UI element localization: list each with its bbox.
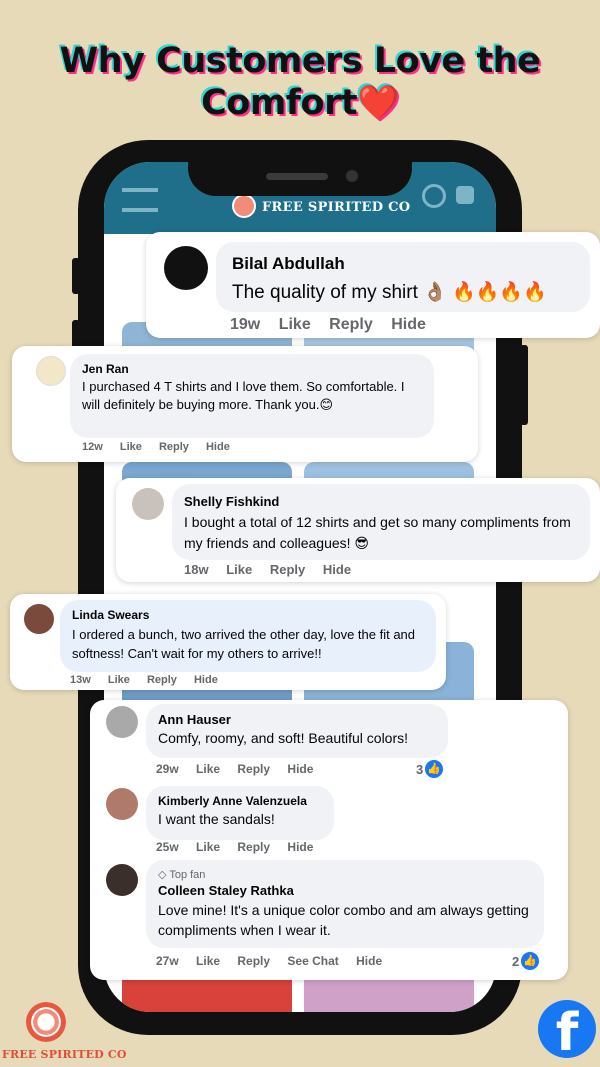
reaction-count[interactable]: 2 👍 xyxy=(512,952,540,970)
comment-actions: 13w Like Reply Hide xyxy=(70,674,232,686)
comment-time[interactable]: 13w xyxy=(70,674,91,686)
comment-text: Love mine! It's a unique color combo and… xyxy=(158,902,529,938)
avatar[interactable] xyxy=(132,488,164,520)
headline-line1: Why Customers Love the xyxy=(59,41,541,81)
hide-button[interactable]: Hide xyxy=(287,762,313,776)
phone-volume-button xyxy=(72,258,80,294)
facebook-icon[interactable]: f xyxy=(538,1000,596,1058)
reply-button[interactable]: Reply xyxy=(147,674,177,686)
comment-time[interactable]: 12w xyxy=(82,441,103,453)
comment-actions: 12w Like Reply Hide xyxy=(82,441,244,453)
like-button[interactable]: Like xyxy=(226,562,252,577)
comment-text: I bought a total of 12 shirts and get so… xyxy=(184,514,571,551)
reply-button[interactable]: Reply xyxy=(237,762,270,776)
comment-actions: 29w Like Reply Hide xyxy=(156,762,327,776)
like-button[interactable]: Like xyxy=(279,316,311,333)
comment-actions: 18w Like Reply Hide xyxy=(184,562,365,577)
see-chat-button[interactable]: See Chat xyxy=(287,954,338,968)
commenter-name[interactable]: Shelly Fishkind xyxy=(184,494,578,509)
comment-text: I want the sandals! xyxy=(158,811,275,827)
comment-bubble: Ann Hauser Comfy, roomy, and soft! Beaut… xyxy=(146,704,448,758)
comment-card: Jen Ran I purchased 4 T shirts and I lov… xyxy=(12,346,478,462)
like-button[interactable]: Like xyxy=(196,762,220,776)
commenter-name[interactable]: Ann Hauser xyxy=(158,712,436,727)
avatar[interactable] xyxy=(106,706,138,738)
comment-bubble: ◇ Top fan Colleen Staley Rathka Love min… xyxy=(146,860,544,948)
commenter-name[interactable]: Colleen Staley Rathka xyxy=(158,883,532,898)
headline: Why Customers Love the Comfort❤️ xyxy=(0,40,600,124)
comment-time[interactable]: 27w xyxy=(156,954,179,968)
comment-thread-card: Ann Hauser Comfy, roomy, and soft! Beaut… xyxy=(90,700,568,980)
comment-card: Bilal Abdullah The quality of my shirt 👌… xyxy=(146,232,600,338)
hide-button[interactable]: Hide xyxy=(194,674,218,686)
avatar[interactable] xyxy=(106,788,138,820)
comment-text: I ordered a bunch, two arrived the other… xyxy=(72,627,416,661)
commenter-name[interactable]: Kimberly Anne Valenzuela xyxy=(158,794,322,808)
like-button[interactable]: Like xyxy=(196,954,220,968)
thumbs-up-icon: 👍 xyxy=(521,952,540,970)
phone-camera xyxy=(346,170,358,182)
reply-button[interactable]: Reply xyxy=(329,316,373,333)
heart-icon: ❤️ xyxy=(357,83,399,123)
comment-text: I purchased 4 T shirts and I love them. … xyxy=(82,379,405,412)
comment-bubble: Linda Swears I ordered a bunch, two arri… xyxy=(60,600,436,672)
diamond-badge-icon: ◇ xyxy=(158,869,170,881)
reply-button[interactable]: Reply xyxy=(237,840,270,854)
comment-actions: 19w Like Reply Hide xyxy=(230,316,440,334)
comment-text: The quality of my shirt 👌🏽 🔥🔥🔥🔥 xyxy=(232,282,547,303)
brand-logo-icon xyxy=(26,1002,66,1042)
hide-button[interactable]: Hide xyxy=(356,954,382,968)
menu-icon[interactable] xyxy=(122,188,158,212)
comment-card: Linda Swears I ordered a bunch, two arri… xyxy=(10,594,446,690)
like-button[interactable]: Like xyxy=(108,674,130,686)
comment-card: Shelly Fishkind I bought a total of 12 s… xyxy=(116,478,600,582)
hide-button[interactable]: Hide xyxy=(391,316,426,333)
comment-bubble: Jen Ran I purchased 4 T shirts and I lov… xyxy=(70,354,434,438)
shopping-bag-icon[interactable] xyxy=(456,186,474,204)
search-icon[interactable] xyxy=(422,184,446,208)
reply-button[interactable]: Reply xyxy=(270,562,305,577)
commenter-name[interactable]: Jen Ran xyxy=(82,362,422,376)
comment-time[interactable]: 25w xyxy=(156,840,179,854)
top-fan-badge: ◇ Top fan xyxy=(158,869,206,881)
hide-button[interactable]: Hide xyxy=(287,840,313,854)
app-brand: FREE SPIRITED CO xyxy=(262,200,411,215)
comment-bubble: Kimberly Anne Valenzuela I want the sand… xyxy=(146,786,334,840)
avatar[interactable] xyxy=(36,356,66,386)
comment-time[interactable]: 29w xyxy=(156,762,179,776)
hide-button[interactable]: Hide xyxy=(323,562,351,577)
avatar[interactable] xyxy=(24,604,54,634)
reaction-count[interactable]: 3 👍 xyxy=(416,760,444,778)
avatar[interactable] xyxy=(106,864,138,896)
phone-power-button xyxy=(520,345,528,425)
reply-button[interactable]: Reply xyxy=(159,441,189,453)
brand-logo-icon xyxy=(232,194,256,218)
phone-speaker xyxy=(266,173,328,180)
avatar[interactable] xyxy=(164,246,208,290)
hide-button[interactable]: Hide xyxy=(206,441,230,453)
like-button[interactable]: Like xyxy=(196,840,220,854)
commenter-name[interactable]: Linda Swears xyxy=(72,608,424,622)
comment-time[interactable]: 19w xyxy=(230,316,260,333)
comment-actions: 27w Like Reply See Chat Hide xyxy=(156,954,396,968)
comment-bubble: Shelly Fishkind I bought a total of 12 s… xyxy=(172,484,590,560)
comment-actions: 25w Like Reply Hide xyxy=(156,840,327,854)
comment-text: Comfy, roomy, and soft! Beautiful colors… xyxy=(158,730,409,746)
footer-brand: FREE SPIRITED CO xyxy=(2,1048,127,1061)
thumbs-up-icon: 👍 xyxy=(425,760,444,778)
comment-bubble: Bilal Abdullah The quality of my shirt 👌… xyxy=(216,242,590,312)
commenter-name[interactable]: Bilal Abdullah xyxy=(232,254,574,274)
reply-button[interactable]: Reply xyxy=(237,954,270,968)
headline-line2: Comfort❤️ xyxy=(201,83,399,123)
comment-time[interactable]: 18w xyxy=(184,562,209,577)
like-button[interactable]: Like xyxy=(120,441,142,453)
